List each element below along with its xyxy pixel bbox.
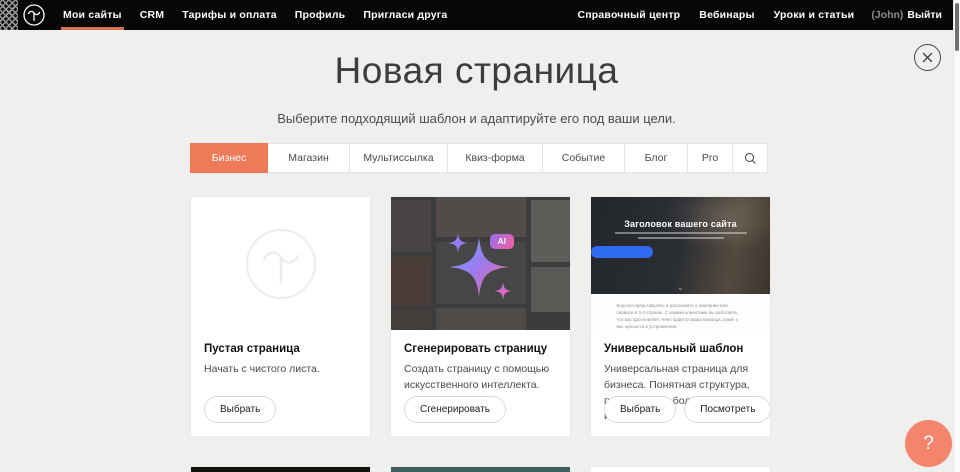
card-actions: Сгенерировать <box>404 396 506 423</box>
scrollbar[interactable] <box>953 0 960 472</box>
card-universal-template[interactable]: Заголовок вашего сайта ⌄ Коротко предста… <box>590 196 771 437</box>
card-blank-page[interactable]: Пустая страница Начать с чистого листа. … <box>190 196 371 437</box>
tab-event[interactable]: Событие <box>542 143 625 173</box>
search-icon <box>745 153 756 164</box>
close-icon <box>922 52 933 63</box>
card-body: Пустая страница Начать с чистого листа. <box>191 330 370 378</box>
choose-blank-button[interactable]: Выбрать <box>204 396 276 423</box>
template-hero-heading: Заголовок вашего сайта <box>591 197 770 229</box>
nav-tariffs[interactable]: Тарифы и оплата <box>180 0 279 30</box>
tab-multilink[interactable]: Мультиссылка <box>349 143 448 173</box>
ai-badge: AI <box>490 234 514 249</box>
card-ai-generate[interactable]: AI Сгенерировать страницу Создать страни… <box>390 196 571 437</box>
template-cards-row-2 <box>190 466 771 472</box>
generate-button[interactable]: Сгенерировать <box>404 396 506 423</box>
tilda-logo-icon[interactable] <box>23 4 45 26</box>
hero-subtext-line <box>615 232 747 234</box>
close-button[interactable] <box>914 44 941 71</box>
tab-quiz-form[interactable]: Квиз-форма <box>447 143 543 173</box>
blank-page-preview <box>191 197 370 330</box>
template-preview: Заголовок вашего сайта ⌄ Коротко предста… <box>591 197 770 330</box>
logout-link[interactable]: Выйти <box>907 9 942 21</box>
nav-webinars[interactable]: Вебинары <box>697 0 756 30</box>
topbar: Мои сайты CRM Тарифы и оплата Профиль Пр… <box>0 0 960 30</box>
template-body-text: Коротко представьтесь и расскажите о ком… <box>617 303 745 330</box>
nav-my-sites[interactable]: Мои сайты <box>61 0 124 30</box>
question-icon: ? <box>923 433 934 455</box>
page-title: Новая страница <box>0 50 953 92</box>
template-cards-row: Пустая страница Начать с чистого листа. … <box>190 196 771 437</box>
help-button[interactable]: ? <box>905 420 952 467</box>
template-category-tabs: Бизнес Магазин Мультиссылка Квиз-форма С… <box>190 143 771 173</box>
tab-blog[interactable]: Блог <box>624 143 688 173</box>
card-partial[interactable] <box>390 466 571 472</box>
template-body-section: Коротко представьтесь и расскажите о ком… <box>591 303 770 330</box>
template-hero: Заголовок вашего сайта ⌄ <box>591 197 770 294</box>
card-partial[interactable] <box>190 466 371 472</box>
choose-template-button[interactable]: Выбрать <box>604 396 676 423</box>
account-name: (John) <box>871 9 903 21</box>
tab-search[interactable] <box>732 143 768 173</box>
tab-pro[interactable]: Pro <box>687 143 733 173</box>
nav-crm[interactable]: CRM <box>138 0 167 30</box>
card-title: Сгенерировать страницу <box>404 343 557 355</box>
tilda-ghost-logo-icon <box>245 228 317 300</box>
preview-template-button[interactable]: Посмотреть <box>684 396 771 423</box>
card-title: Пустая страница <box>204 343 357 355</box>
nav-lessons[interactable]: Уроки и статьи <box>772 0 857 30</box>
card-actions: Выбрать <box>204 396 276 423</box>
card-actions: Выбрать Посмотреть <box>604 396 771 423</box>
edge-pattern-decoration <box>0 0 18 30</box>
card-description: Создать страницу с помощью искусственног… <box>404 362 557 394</box>
card-title: Универсальный шаблон <box>604 343 757 355</box>
chevron-down-icon: ⌄ <box>677 283 684 292</box>
ai-preview: AI <box>391 197 570 330</box>
scrollbar-thumb[interactable] <box>955 3 959 51</box>
template-cta-button <box>591 246 653 258</box>
secondary-nav: Справочный центр Вебинары Уроки и статьи… <box>560 0 942 30</box>
ai-sparkle-icon <box>391 197 570 330</box>
page-subtitle: Выберите подходящий шаблон и адаптируйте… <box>0 111 953 126</box>
card-body: Сгенерировать страницу Создать страницу … <box>391 330 570 394</box>
nav-profile[interactable]: Профиль <box>293 0 348 30</box>
nav-invite-friend[interactable]: Пригласи друга <box>361 0 449 30</box>
card-description: Начать с чистого листа. <box>204 362 357 378</box>
primary-nav: Мои сайты CRM Тарифы и оплата Профиль Пр… <box>61 0 463 30</box>
nav-help-center[interactable]: Справочный центр <box>575 0 682 30</box>
tab-business[interactable]: Бизнес <box>190 143 268 173</box>
tab-shop[interactable]: Магазин <box>267 143 350 173</box>
hero-subtext-line <box>638 237 724 239</box>
card-partial[interactable] <box>590 466 771 472</box>
